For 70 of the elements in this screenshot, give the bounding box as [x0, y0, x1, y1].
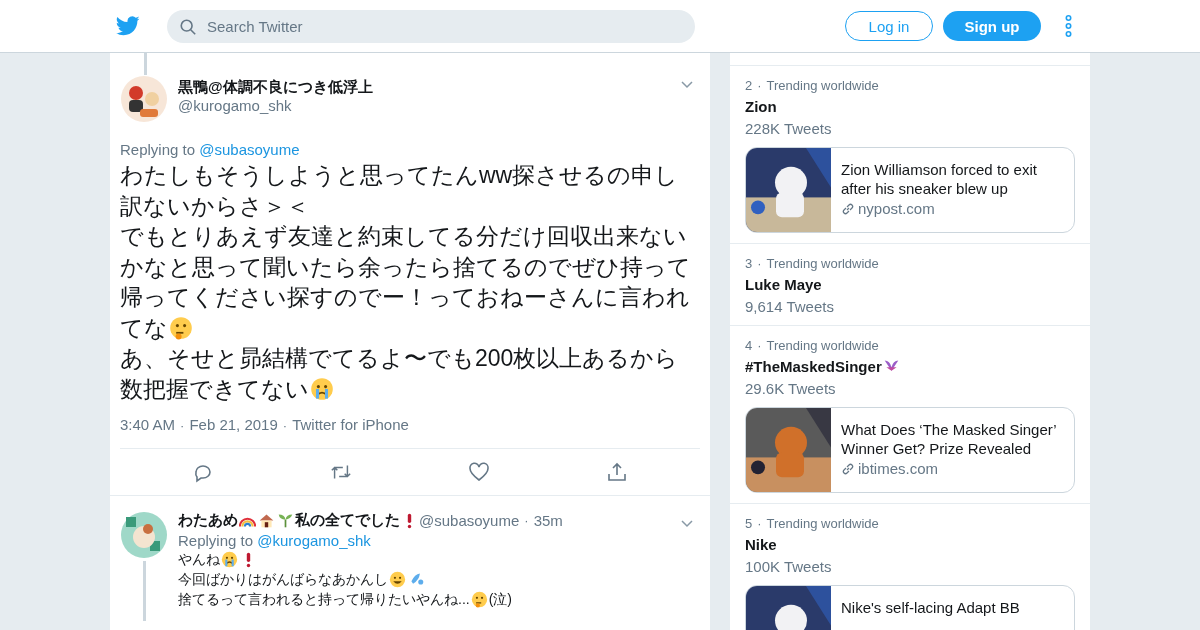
news-headline: Nike's self-lacing Adapt BB	[841, 598, 1020, 617]
news-card[interactable]: Nike's self-lacing Adapt BB	[745, 585, 1075, 630]
separator-dot: ·	[524, 513, 529, 528]
avatar-icon[interactable]	[120, 75, 168, 123]
search-field[interactable]: Search Twitter	[167, 9, 695, 43]
news-headline: What Does ‘The Masked Singer’ Winner Get? Prize Revealed	[841, 420, 1058, 458]
user-handle[interactable]: @subasoyume	[419, 512, 520, 529]
emoji-icon	[169, 315, 193, 340]
tweet-text-line: かなと思って聞いたら余ったら捨てるのでぜひ持って	[120, 252, 692, 282]
news-card[interactable]: What Does ‘The Masked Singer’ Winner Get? Prize Revealed ibtimes.com	[745, 407, 1075, 493]
news-domain: nypost.com	[858, 200, 935, 217]
tweet-count: 228K Tweets	[745, 120, 833, 137]
trend-context: Trending worldwide	[766, 516, 879, 531]
separator-dot: ·	[757, 516, 762, 531]
house-icon	[258, 512, 275, 529]
separator-dot: ·	[757, 338, 762, 353]
heart-icon[interactable]	[468, 461, 490, 483]
tweet-text-line: でもとりあえず友達と約束してる分だけ回収出来ない	[120, 222, 688, 251]
chevron-down-icon[interactable]	[681, 519, 693, 528]
tweet-text-line: 訳ないからさ＞＜	[120, 191, 310, 221]
share-icon[interactable]	[606, 461, 628, 483]
tweet-date[interactable]: Feb 21, 2019	[189, 416, 278, 433]
user-name[interactable]: わたあめ 私の全てでした	[178, 511, 419, 530]
news-domain: ibtimes.com	[858, 460, 939, 477]
replying-label: Replying to	[178, 532, 254, 549]
emoji-icon	[389, 570, 406, 588]
separator-dot: ·	[180, 418, 185, 433]
tweet-age[interactable]: 35m	[533, 512, 563, 529]
tweet-text-line: 帰ってください探すのでー！っておねーさんに言われ	[120, 283, 691, 312]
sprout-icon	[277, 512, 294, 529]
trend-name[interactable]: Zion	[745, 98, 1075, 115]
trend-context: Trending worldwide	[766, 256, 879, 271]
user-handle[interactable]: @kurogamo_shk	[178, 97, 681, 114]
emoji-icon	[221, 550, 238, 568]
emoji-icon	[310, 376, 334, 401]
tweet-text-line: やんね	[178, 549, 700, 569]
link-icon	[841, 201, 855, 216]
separator-dot: ·	[757, 256, 762, 271]
emoji-icon	[470, 590, 488, 608]
trend-rank: 5	[745, 516, 753, 531]
tweet-text-line: あ、そせと昴結構でてるよ〜でも200枚以上あるから	[120, 344, 680, 373]
news-headline: Zion Williamson forced to exit after his sneaker blew up	[841, 160, 1038, 198]
trend-context: Trending worldwide	[766, 338, 879, 353]
link-icon	[841, 461, 855, 476]
trend-rank: 3	[745, 256, 753, 271]
trend-name[interactable]: #TheMaskedSinger	[745, 358, 1075, 375]
tweet-count: 100K Tweets	[745, 558, 833, 575]
tweet-count: 9,614 Tweets	[745, 298, 835, 315]
separator-dot: ·	[282, 418, 288, 433]
tweet-text-line: 捨てるって言われると持って帰りたいやんね... (泣)	[178, 589, 513, 609]
chevron-down-icon[interactable]	[681, 81, 693, 89]
trend-rank: 4	[745, 338, 753, 353]
tweet-text-line: てな	[120, 312, 700, 343]
more-icon[interactable]	[1065, 15, 1072, 37]
tweet-count: 29.6K Tweets	[745, 380, 837, 397]
tweet-text-line: 数把握できてない	[120, 373, 700, 404]
trend-context: Trending worldwide	[766, 78, 879, 93]
search-icon	[179, 17, 197, 36]
bird-logo-icon[interactable]	[116, 16, 140, 36]
tweet-source: Twitter for iPhone	[292, 416, 409, 433]
trend-name[interactable]: Luke Maye	[745, 276, 1075, 293]
trend-name[interactable]: Nike	[745, 536, 1075, 553]
trend-rank: 2	[745, 78, 753, 93]
news-card[interactable]: Zion Williamson forced to exit after his sneaker blew up nypost.com	[745, 147, 1075, 233]
separator-dot: ·	[757, 78, 762, 93]
user-name[interactable]: 黒鴨@体調不良につき低浮上	[178, 78, 681, 97]
tweet-text-line: 今回ばかりはがんばらなあかんし	[178, 569, 700, 589]
tweet-time[interactable]: 3:40 AM	[120, 416, 176, 433]
tweet-text-line: わたしもそうしようと思ってたんww探させるの申し	[120, 161, 680, 190]
replying-label: Replying to	[120, 141, 196, 158]
